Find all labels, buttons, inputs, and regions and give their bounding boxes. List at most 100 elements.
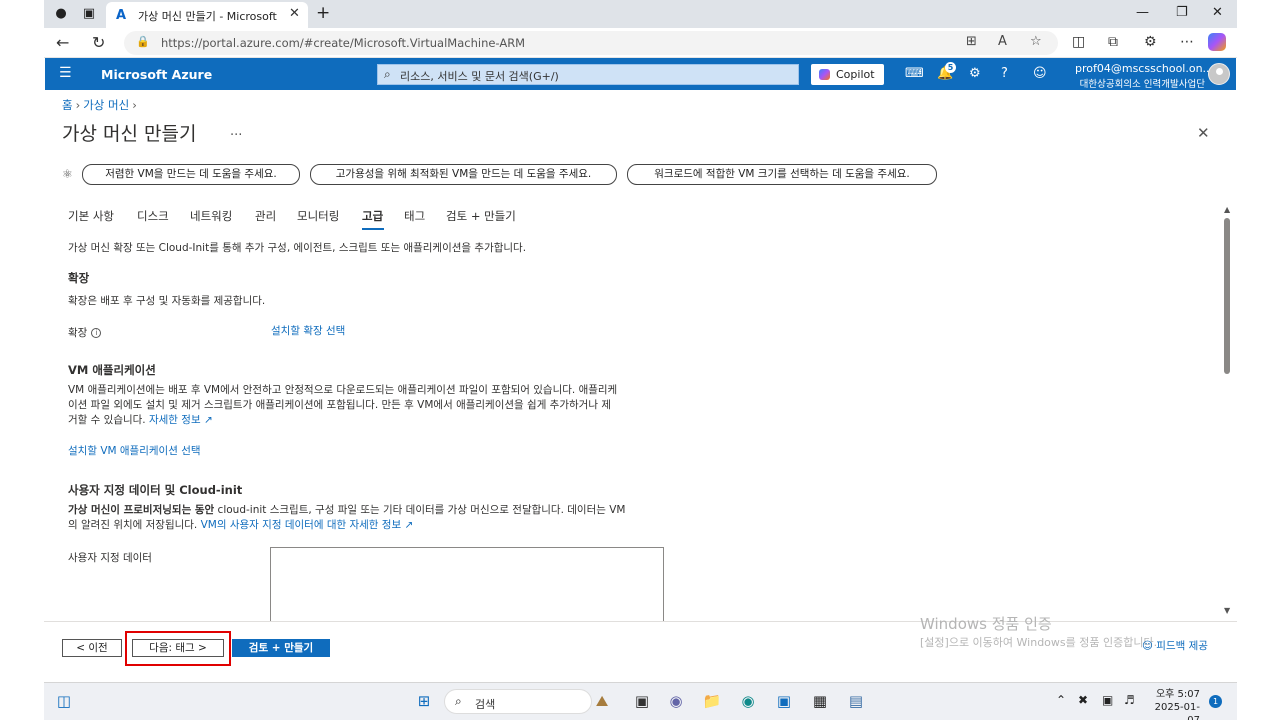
read-aloud-icon[interactable]: A <box>998 34 1007 49</box>
restore-icon[interactable]: ❐ <box>1176 5 1188 20</box>
taskbar-search-label: 검색 <box>475 698 496 711</box>
azure-top-bar: ☰ Microsoft Azure ⌕ 리소스, 서비스 및 문서 검색(G+/… <box>45 58 1236 90</box>
split-screen-icon[interactable]: ◫ <box>1072 34 1085 50</box>
widgets-icon[interactable]: ◫ <box>54 691 74 711</box>
feedback-person-icon: ☺ <box>1142 640 1153 652</box>
address-bar-row: ← ↻ 🔒 https://portal.azure.com/#create/M… <box>44 28 1237 58</box>
settings-gear-icon[interactable]: ⚙ <box>969 66 981 81</box>
copilot-button[interactable]: Copilot <box>811 64 884 85</box>
select-vm-apps-link[interactable]: 설치할 VM 애플리케이션 선택 <box>68 443 201 458</box>
scroll-up-icon[interactable]: ▲ <box>1224 205 1230 214</box>
vm-apps-learn-more-link[interactable]: 자세한 정보 <box>149 414 201 426</box>
cloud-shell-icon[interactable]: ⌨ <box>905 66 924 81</box>
review-create-button[interactable]: 검토 + 만들기 <box>232 639 330 657</box>
url-text: https://portal.azure.com/#create/Microso… <box>161 36 526 50</box>
task-view-icon[interactable]: ▣ <box>632 691 652 711</box>
copilot-label: Copilot <box>836 68 875 81</box>
close-window-icon[interactable]: ✕ <box>1212 5 1223 20</box>
taskbar-search-input[interactable]: ⌕ 검색 <box>444 689 592 714</box>
profile-icon[interactable]: ● <box>52 5 70 23</box>
search-icon: ⌕ <box>384 67 391 81</box>
terminal-icon[interactable]: ▦ <box>810 691 830 711</box>
tray-chevron-up-icon[interactable]: ⌃ <box>1056 693 1066 707</box>
portal-menu-icon[interactable]: ☰ <box>59 65 72 81</box>
collections-icon[interactable]: ⧉ <box>1108 34 1118 50</box>
tab-advanced[interactable]: 고급 <box>362 208 383 224</box>
address-bar[interactable]: 🔒 https://portal.azure.com/#create/Micro… <box>124 31 1058 55</box>
taskbar-clock[interactable]: 오후 5:07 2025-01-07 <box>1148 688 1200 720</box>
extensions-icon[interactable]: ⚙ <box>1144 34 1157 50</box>
network-icon[interactable]: ▣ <box>1102 693 1113 707</box>
suggestion-vm-size-button[interactable]: 워크로드에 적합한 VM 크기를 선택하는 데 도움을 주세요. <box>627 164 937 185</box>
custom-data-learn-more-link[interactable]: VM의 사용자 지정 데이터에 대한 자세한 정보 <box>201 519 402 531</box>
tab-actions-icon[interactable]: ▣ <box>80 5 98 23</box>
notepad-icon[interactable]: ▤ <box>846 691 866 711</box>
extensions-label-text: 확장 <box>68 327 88 339</box>
edge-copilot-icon[interactable] <box>1208 33 1226 51</box>
scrollbar-thumb[interactable] <box>1224 218 1230 374</box>
vm-apps-description: VM 애플리케이션에는 배포 후 VM에서 안전하고 안정적으로 다운로드되는 … <box>68 383 668 428</box>
start-windows-icon[interactable]: ⊞ <box>414 691 434 711</box>
app-grid-icon[interactable]: ⊞ <box>966 34 977 49</box>
browser-tab-active[interactable]: A 가상 머신 만들기 - Microsoft Azure ✕ <box>106 2 308 28</box>
advanced-intro-text: 가상 머신 확장 또는 Cloud-Init를 통해 추가 구성, 에이전트, … <box>68 242 527 254</box>
favorite-star-icon[interactable]: ☆ <box>1030 34 1042 49</box>
notification-center-badge[interactable]: 1 <box>1209 695 1222 708</box>
help-icon[interactable]: ? <box>1001 66 1008 81</box>
azure-brand[interactable]: Microsoft Azure <box>101 67 212 82</box>
edge-browser-icon[interactable]: ◉ <box>738 691 758 711</box>
breadcrumb-home[interactable]: 홈 <box>62 98 73 112</box>
store-icon[interactable]: ▣ <box>774 691 794 711</box>
previous-button[interactable]: < 이전 <box>62 639 122 657</box>
browser-tab-strip: ● ▣ A 가상 머신 만들기 - Microsoft Azure ✕ + — … <box>44 0 1237 28</box>
custom-data-field-label: 사용자 지정 데이터 <box>68 552 152 564</box>
close-blade-icon[interactable]: ✕ <box>1197 124 1210 142</box>
search-highlight-icon[interactable]: ⛰ <box>592 691 612 711</box>
give-feedback-label: 피드백 제공 <box>1156 640 1208 652</box>
custom-data-textarea[interactable] <box>270 547 664 627</box>
azure-search-input[interactable]: ⌕ 리소스, 서비스 및 문서 검색(G+/) <box>377 64 799 85</box>
external-link-icon: ↗ <box>404 519 414 531</box>
windows-taskbar: ◫ ⊞ ⌕ 검색 ⛰ ▣ ◉ 📁 ◉ ▣ ▦ ▤ ⌃ ✖ ▣ ♬ 오후 5:07… <box>44 682 1237 720</box>
volume-icon[interactable]: ♬ <box>1124 693 1135 707</box>
content-scrollbar[interactable]: ▲ ▼ <box>1221 205 1235 617</box>
suggestion-cheap-vm-button[interactable]: 저렴한 VM을 만드는 데 도움을 주세요. <box>82 164 300 185</box>
lock-icon: 🔒 <box>136 35 150 48</box>
screen-margin-right <box>1237 0 1280 720</box>
custom-data-heading: 사용자 지정 데이터 및 Cloud-init <box>68 483 243 497</box>
scroll-down-icon[interactable]: ▼ <box>1224 606 1230 615</box>
breadcrumb: 홈 › 가상 머신 › <box>62 97 140 113</box>
account-menu[interactable]: prof04@mscsschool.on... 대한상공회의소 인력개발사업단 <box>1075 62 1213 90</box>
teams-chat-icon[interactable]: ◉ <box>666 691 686 711</box>
suggestion-high-availability-button[interactable]: 고가용성을 위해 최적화된 VM을 만드는 데 도움을 주세요. <box>310 164 617 185</box>
feedback-icon[interactable]: ☺ <box>1033 66 1047 81</box>
breadcrumb-vm[interactable]: 가상 머신 <box>83 98 129 112</box>
tab-tags[interactable]: 태그 <box>404 208 425 224</box>
account-org: 대한상공회의소 인력개발사업단 <box>1079 79 1205 90</box>
close-tab-icon[interactable]: ✕ <box>289 6 300 21</box>
azure-search-placeholder: 리소스, 서비스 및 문서 검색(G+/) <box>400 70 559 83</box>
refresh-icon[interactable]: ↻ <box>92 33 105 52</box>
tray-close-icon[interactable]: ✖ <box>1078 693 1088 707</box>
new-tab-icon[interactable]: + <box>316 3 330 23</box>
tab-monitoring[interactable]: 모니터링 <box>297 208 339 224</box>
tab-networking[interactable]: 네트워킹 <box>190 208 232 224</box>
info-icon[interactable]: i <box>91 328 102 338</box>
give-feedback-link[interactable]: ☺ 피드백 제공 <box>1142 638 1208 653</box>
copilot-icon <box>819 69 830 80</box>
more-options-button[interactable]: ... <box>230 124 242 139</box>
minimize-icon[interactable]: — <box>1136 5 1149 20</box>
tab-disks[interactable]: 디스크 <box>137 208 169 224</box>
breadcrumb-separator: › <box>132 98 137 112</box>
back-icon[interactable]: ← <box>56 33 69 52</box>
select-extensions-link[interactable]: 설치할 확장 선택 <box>271 323 345 338</box>
tab-basics[interactable]: 기본 사항 <box>68 208 114 224</box>
more-menu-icon[interactable]: ⋯ <box>1180 34 1194 50</box>
avatar[interactable] <box>1208 63 1230 85</box>
file-explorer-icon[interactable]: 📁 <box>702 691 722 711</box>
extensions-field-label: 확장 i <box>68 325 102 340</box>
tab-management[interactable]: 관리 <box>255 208 276 224</box>
tab-review-create[interactable]: 검토 + 만들기 <box>446 208 516 224</box>
browser-tab-title: 가상 머신 만들기 - Microsoft Azure <box>138 10 278 23</box>
vm-apps-line-3-text: 거할 수 있습니다. <box>68 414 146 426</box>
